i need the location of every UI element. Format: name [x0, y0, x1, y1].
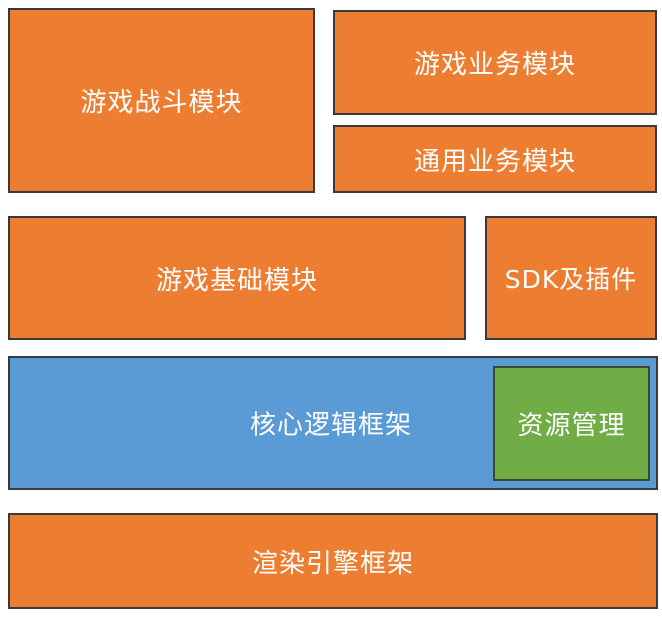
common-business-module: 通用业务模块: [333, 125, 657, 193]
resource-management-module: 资源管理: [493, 366, 650, 481]
game-battle-module: 游戏战斗模块: [8, 8, 315, 193]
render-engine-framework-label: 渲染引擎框架: [251, 548, 414, 579]
sdk-plugins-module: SDK及插件: [485, 216, 657, 340]
game-business-module-label: 游戏业务模块: [413, 50, 576, 80]
game-base-module-label: 游戏基础模块: [155, 265, 318, 296]
game-business-module: 游戏业务模块: [333, 10, 657, 115]
sdk-plugins-module-label: SDK及插件: [504, 265, 638, 294]
resource-management-module-label: 资源管理: [517, 411, 626, 441]
core-logic-framework-label: 核心逻辑框架: [250, 410, 413, 441]
render-engine-framework: 渲染引擎框架: [8, 513, 658, 609]
game-base-module: 游戏基础模块: [8, 216, 466, 340]
common-business-module-label: 通用业务模块: [413, 146, 576, 177]
game-battle-module-label: 游戏战斗模块: [80, 88, 243, 118]
